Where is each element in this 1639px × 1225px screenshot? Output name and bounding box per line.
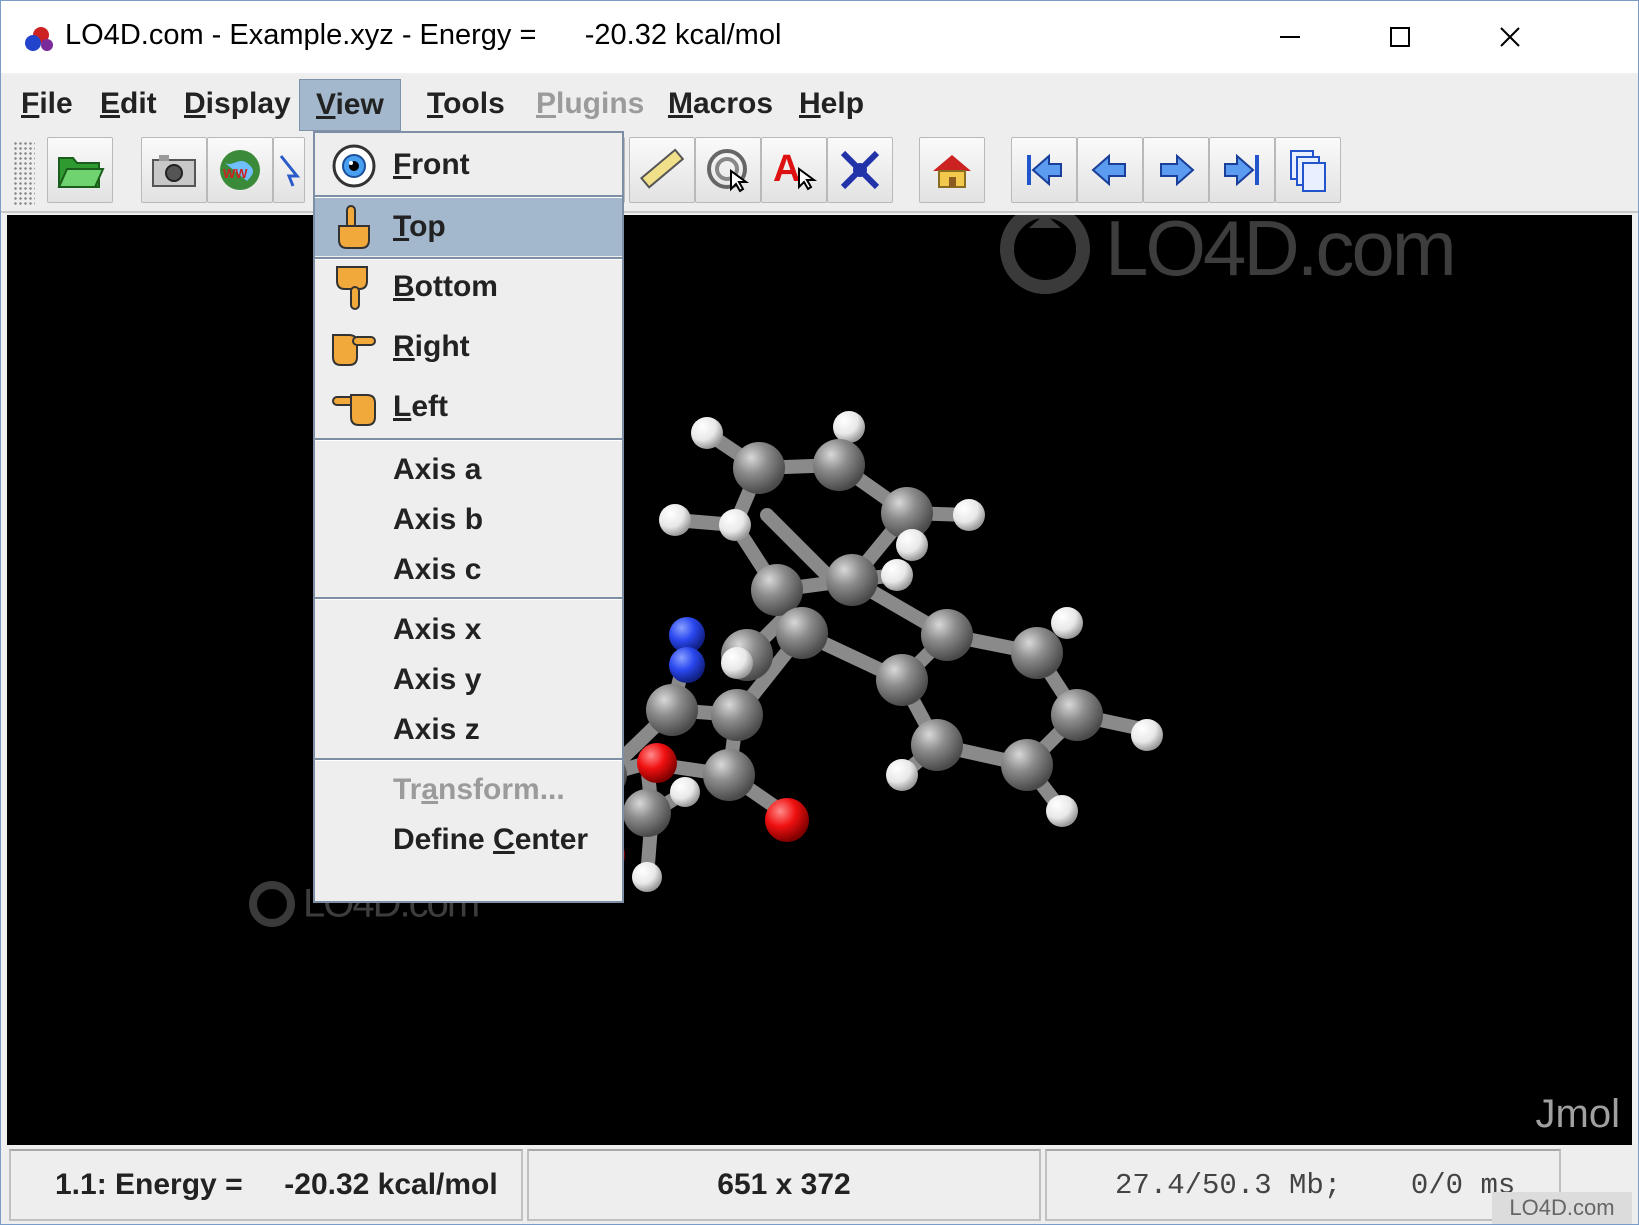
web-export-button[interactable]: WW: [207, 137, 273, 203]
pick-cursor-icon: [279, 155, 301, 187]
menu-macros[interactable]: Macros: [652, 79, 789, 129]
label-button[interactable]: A: [761, 137, 827, 203]
menu-plugins[interactable]: Plugins: [520, 79, 660, 129]
view-menu-axis-x[interactable]: Axis x: [315, 605, 622, 655]
menu-display[interactable]: Display: [168, 79, 307, 129]
close-icon: [1500, 27, 1520, 47]
maximize-icon: [1390, 27, 1410, 47]
home-view-icon: [933, 155, 971, 188]
last-frame-button[interactable]: [1209, 137, 1275, 203]
hand-point-down-icon: [336, 266, 368, 310]
hand-point-left-icon: [332, 394, 376, 426]
molecule-render: [581, 411, 1163, 892]
previous-frame-button[interactable]: [1077, 137, 1143, 203]
menu-edit[interactable]: Edit: [84, 79, 173, 129]
open-file-button[interactable]: [47, 137, 113, 203]
title-bar: LO4D.com - Example.xyz - Energy = -20.32…: [1, 1, 1638, 73]
spin-target-icon: [707, 149, 750, 193]
minimize-button[interactable]: [1235, 1, 1345, 73]
toolbar-grip[interactable]: [13, 141, 35, 205]
app-window: LO4D.com - Example.xyz - Energy = -20.32…: [0, 0, 1639, 1225]
hand-point-right-icon: [332, 334, 376, 366]
close-button[interactable]: [1455, 1, 1565, 73]
molecule-viewer[interactable]: LO4D.com LO4D.com Jmol: [7, 215, 1632, 1145]
view-menu-axis-z[interactable]: Axis z: [315, 705, 622, 755]
all-frames-icon: [1290, 150, 1326, 192]
first-frame-button[interactable]: [1011, 137, 1077, 203]
view-menu-transform[interactable]: Transform...: [315, 765, 622, 815]
menu-tools[interactable]: Tools: [411, 79, 521, 129]
open-folder-icon: [57, 157, 105, 188]
menu-view[interactable]: View: [299, 79, 401, 131]
menu-file[interactable]: File: [5, 79, 89, 129]
menu-separator: [315, 438, 622, 441]
home-button[interactable]: [919, 137, 985, 203]
corner-watermark: LO4D.com: [1492, 1192, 1632, 1224]
measure-button[interactable]: [629, 137, 695, 203]
atom-bond-icon: [840, 150, 880, 190]
next-frame-icon: [1160, 153, 1195, 187]
status-memory: 27.4/50.3 Mb; 0/0 ms: [1045, 1149, 1561, 1221]
view-menu-axis-a[interactable]: Axis a: [315, 445, 622, 495]
jmol-app-icon: [25, 27, 53, 51]
view-menu-axis-b[interactable]: Axis b: [315, 495, 622, 545]
menu-separator: [315, 597, 622, 600]
view-menu-axis-y[interactable]: Axis y: [315, 655, 622, 705]
svg-text:A: A: [773, 148, 800, 190]
view-menu-dropdown: Front Top Bottom Right Left Axis a Axis …: [313, 131, 624, 903]
last-frame-icon: [1224, 153, 1259, 187]
spin-button[interactable]: [695, 137, 761, 203]
all-frames-button[interactable]: [1275, 137, 1341, 203]
renderer-label: Jmol: [1535, 1092, 1620, 1136]
measure-ruler-icon: [640, 148, 685, 189]
view-menu-left[interactable]: Left: [315, 379, 622, 435]
view-menu-front[interactable]: Front: [315, 137, 622, 193]
menu-bar: File Edit Display View Tools Plugins Mac…: [1, 75, 1638, 131]
label-atom-icon: A: [773, 148, 818, 191]
view-menu-top[interactable]: Top: [315, 198, 622, 256]
previous-frame-icon: [1091, 153, 1126, 187]
next-frame-button[interactable]: [1143, 137, 1209, 203]
menu-help[interactable]: Help: [783, 79, 880, 129]
first-frame-icon: [1027, 153, 1062, 187]
toolbar: WW A: [1, 131, 1638, 213]
camera-icon: [152, 155, 196, 187]
hand-point-up-icon: [338, 205, 370, 249]
minimize-icon: [1280, 36, 1300, 38]
window-title: LO4D.com - Example.xyz - Energy = -20.32…: [65, 19, 782, 51]
view-menu-define-center[interactable]: Define Center: [315, 815, 622, 865]
view-menu-right[interactable]: Right: [315, 319, 622, 375]
export-image-button[interactable]: [141, 137, 207, 203]
pick-button[interactable]: [273, 137, 305, 203]
view-menu-bottom[interactable]: Bottom: [315, 259, 622, 315]
eye-icon: [332, 144, 376, 188]
menu-separator: [315, 758, 622, 761]
web-export-icon: WW: [220, 150, 260, 190]
status-dimensions: 651 x 372: [527, 1149, 1041, 1221]
maximize-button[interactable]: [1345, 1, 1455, 73]
view-menu-axis-c[interactable]: Axis c: [315, 545, 622, 595]
svg-text:WW: WW: [223, 166, 248, 181]
status-bar: 1.1: Energy = -20.32 kcal/mol 651 x 372 …: [1, 1145, 1638, 1224]
modelkit-button[interactable]: [827, 137, 893, 203]
status-energy: 1.1: Energy = -20.32 kcal/mol: [9, 1149, 523, 1221]
